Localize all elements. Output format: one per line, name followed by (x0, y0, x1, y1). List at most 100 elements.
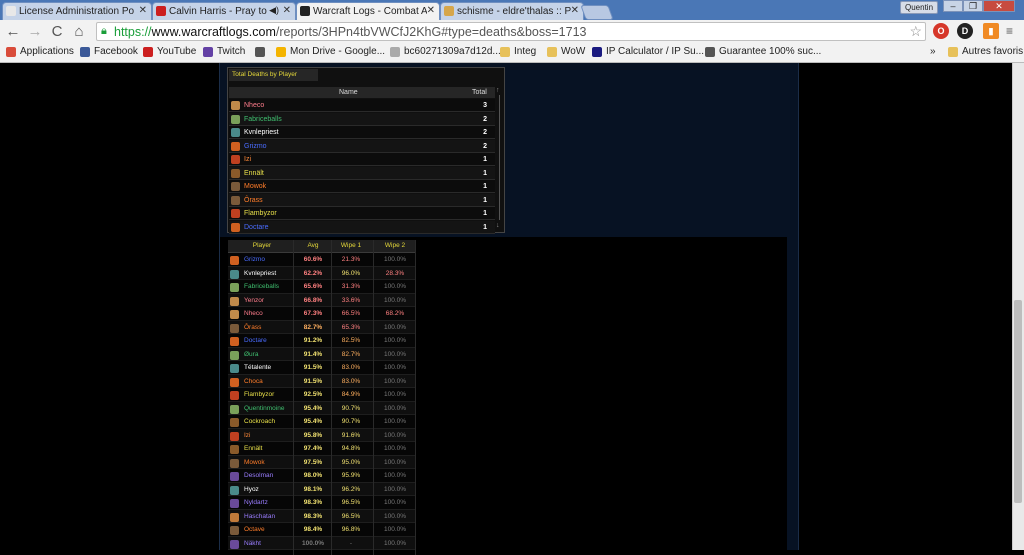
wipe-row[interactable]: Kvnlepriest 62.2% 96.0% 28.3% (228, 266, 416, 281)
player-name[interactable]: Fabriceballs (244, 280, 279, 294)
bookmarks-overflow-button[interactable]: » (930, 46, 936, 57)
player-name[interactable]: Nheco (244, 307, 263, 321)
death-row[interactable]: Grizmo 2 (229, 139, 495, 153)
extension-dark-icon[interactable]: D (957, 23, 973, 39)
wipe-row[interactable]: Hyoz 98.1% 96.2% 100.0% (228, 482, 416, 497)
bookmark-guarantee[interactable]: Guarantee 100% suc... (705, 46, 821, 57)
death-row[interactable]: Doctare 1 (229, 220, 495, 234)
scroll-up-icon[interactable]: ↑ (496, 87, 500, 94)
close-tab-icon[interactable]: ✕ (571, 5, 579, 16)
death-row[interactable]: Ennält 1 (229, 166, 495, 180)
death-row[interactable]: Flambyzor 1 (229, 207, 495, 220)
player-name[interactable]: Fabriceballs (244, 113, 282, 126)
wipe-row[interactable]: Cockroach 95.4% 90.7% 100.0% (228, 415, 416, 429)
bookmark-bc60271309[interactable]: bc60271309a7d12d... (390, 46, 501, 57)
player-name[interactable]: Izi (244, 429, 251, 443)
player-name[interactable]: Näkht (244, 537, 261, 551)
wipe1-header[interactable]: Wipe 1 (336, 240, 366, 252)
page-scrollbar-thumb[interactable] (1014, 300, 1022, 503)
wipe2-header[interactable]: Wipe 2 (378, 240, 412, 252)
player-name[interactable]: Nheco (244, 99, 264, 112)
wipe-row[interactable]: Nheco 67.3% 66.5% 68.2% (228, 307, 416, 321)
wipe-row[interactable]: Nyldartz 98.3% 96.5% 100.0% (228, 496, 416, 510)
home-button[interactable]: ⌂ (70, 23, 88, 41)
close-window-button[interactable]: ✕ (983, 0, 1015, 12)
bookmark-applications[interactable]: Applications (6, 46, 74, 57)
wipe-row[interactable]: Choca 91.5% 83.0% 100.0% (228, 374, 416, 389)
bookmark-star-icon[interactable]: ☆ (909, 23, 922, 40)
user-profile-button[interactable]: Quentin (900, 1, 939, 14)
player-name[interactable]: Tétalente (244, 361, 271, 375)
player-name[interactable]: Mowok (244, 456, 265, 470)
player-name[interactable]: Ennält (244, 167, 264, 180)
player-name[interactable]: Desolman (244, 469, 273, 483)
player-name[interactable]: Nyldartz (244, 496, 268, 510)
close-tab-icon[interactable]: ✕ (427, 5, 435, 16)
player-name[interactable]: Flambyzor (244, 207, 277, 220)
wipe-row[interactable]: Flambyzor 92.5% 84.9% 100.0% (228, 388, 416, 402)
reload-button[interactable]: C (48, 23, 66, 41)
death-row[interactable]: Kvnlepriest 2 (229, 126, 495, 139)
wipe-row[interactable]: Grizmo 60.6% 21.3% 100.0% (228, 253, 416, 267)
wipe-row[interactable]: Øura 91.4% 82.7% 100.0% (228, 347, 416, 362)
death-row[interactable]: Nheco 3 (229, 99, 495, 112)
player-name[interactable]: Quentinmoine (244, 402, 284, 416)
player-name[interactable]: Yenzor (244, 294, 264, 308)
maximize-button[interactable]: ❐ (963, 0, 983, 12)
close-tab-icon[interactable]: ✕ (283, 5, 291, 16)
player-name[interactable]: Ôrass (244, 321, 261, 335)
bookmark-folder-wow[interactable]: WoW (547, 46, 585, 57)
player-name[interactable]: Doctare (244, 221, 269, 234)
wipe-row[interactable]: Octave 98.4% 96.8% 100.0% (228, 523, 416, 537)
avg-header[interactable]: Avg (298, 240, 328, 252)
player-name[interactable]: Octave (244, 523, 265, 537)
player-name[interactable]: Grizmo (244, 253, 265, 267)
player-name[interactable]: Hyoz (244, 483, 259, 497)
death-row[interactable]: Izi 1 (229, 153, 495, 166)
player-name[interactable]: Kvnlepriest (244, 126, 279, 139)
death-row[interactable]: Ôrass 1 (229, 193, 495, 207)
tab-warcraft-logs[interactable]: Warcraft Logs - Combat A ✕ (296, 2, 440, 20)
player-name[interactable]: Kvnlepriest (244, 267, 276, 281)
player-name[interactable]: Øura (244, 348, 258, 362)
player-name[interactable]: Mowok (244, 180, 266, 193)
wipe-row[interactable]: Haschatan 98.3% 96.5% 100.0% (228, 509, 416, 524)
player-name[interactable]: Grizmo (244, 140, 267, 153)
wipe-row[interactable]: Quentinmoine 95.4% 90.7% 100.0% (228, 401, 416, 416)
bookmark-folder-integ[interactable]: Integ (500, 46, 536, 57)
bookmark-youtube[interactable]: YouTube (143, 46, 196, 57)
wipe-row[interactable]: Doctare 91.2% 82.5% 100.0% (228, 334, 416, 348)
player-name[interactable]: Izi (244, 153, 251, 166)
player-name[interactable]: Choca (244, 375, 263, 389)
scroll-down-icon[interactable]: ↓ (496, 222, 500, 229)
column-name-header[interactable]: Name (339, 87, 358, 98)
player-name[interactable]: Ôrass (244, 194, 263, 207)
bookmark-ip-calculator[interactable]: IP Calculator / IP Su... (592, 46, 704, 57)
player-name[interactable]: Flambyzor (244, 388, 274, 402)
chrome-menu-icon[interactable]: ≡ (1006, 24, 1018, 38)
minimize-button[interactable]: – (943, 0, 963, 12)
wipe-row[interactable]: Izi 95.8% 91.6% 100.0% (228, 428, 416, 443)
wipe-row[interactable]: Desolman 98.0% 95.9% 100.0% (228, 469, 416, 483)
bookmark-other-folder[interactable]: Autres favoris (948, 46, 1023, 57)
player-name[interactable]: Cockroach (244, 415, 275, 429)
bookmark-facebook[interactable]: Facebook (80, 46, 138, 57)
player-name[interactable]: Haschatan (244, 510, 275, 524)
tab-license-administration[interactable]: License Administration Po ✕ (2, 2, 152, 20)
wipe-row[interactable]: Näkht 100.0% - 100.0% (228, 536, 416, 551)
wipe-row[interactable]: Ennält 97.4% 94.8% 100.0% (228, 442, 416, 456)
wipe-row[interactable]: Yenzor 66.8% 33.6% 100.0% (228, 293, 416, 308)
extension-orange-icon[interactable]: ▮ (983, 23, 999, 39)
extension-red-icon[interactable]: O (933, 23, 949, 39)
tab-calvin-harris[interactable]: Calvin Harris - Pray to ◀) ✕ (152, 2, 296, 20)
death-row[interactable]: Mowok 1 (229, 180, 495, 193)
wipe-row[interactable]: Mowok 97.5% 95.0% 100.0% (228, 455, 416, 470)
forward-button[interactable]: → (26, 23, 44, 41)
death-row[interactable]: Fabriceballs 2 (229, 112, 495, 126)
wipe-row[interactable]: Ôrass 82.7% 65.3% 100.0% (228, 320, 416, 335)
player-name[interactable]: Ennält (244, 442, 262, 456)
bookmark-twitch[interactable]: Twitch (203, 46, 245, 57)
column-total-header[interactable]: Total (472, 87, 487, 98)
wipe-row[interactable]: Fabriceballs 65.6% 31.3% 100.0% (228, 280, 416, 294)
address-bar[interactable]: 🔒︎ https://www.warcraftlogs.com/reports/… (96, 22, 926, 41)
